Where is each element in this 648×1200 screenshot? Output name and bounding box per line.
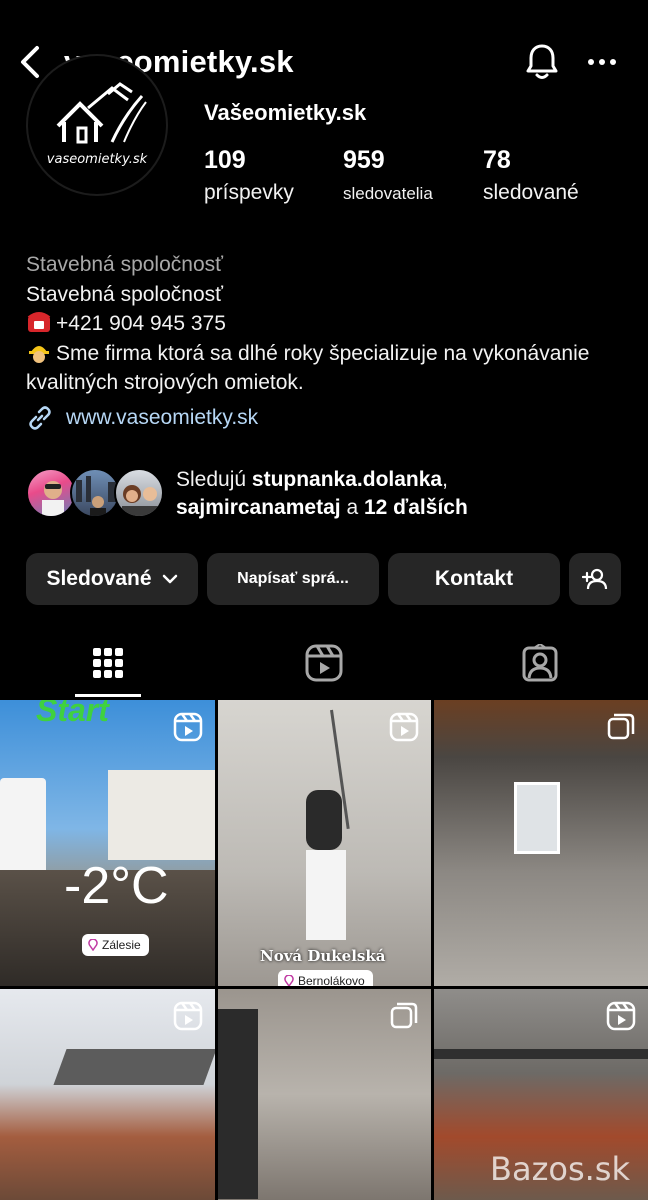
location-label: Zálesie — [102, 938, 141, 952]
followed-prefix: Sledujú — [176, 468, 252, 491]
worker-torso — [306, 790, 342, 850]
bio-link[interactable]: www.vaseomietky.sk — [26, 404, 258, 432]
post-thumbnail[interactable] — [0, 989, 215, 1200]
avatar-brand-text: vaseomietky.sk — [46, 152, 148, 167]
stat-followers-count: 959 — [343, 146, 385, 174]
post-thumbnail[interactable] — [218, 989, 431, 1200]
more-options-button[interactable] — [580, 40, 624, 84]
stat-posts[interactable]: 109 príspevky — [204, 146, 294, 205]
notifications-button[interactable] — [520, 40, 564, 84]
followed-comma: , — [442, 468, 448, 491]
reel-badge-icon — [173, 712, 203, 742]
bio-category: Stavebná spoločnosť — [26, 253, 224, 276]
post-thumbnail[interactable]: Bazos.sk — [434, 989, 648, 1200]
house-shape — [108, 770, 215, 860]
reel-badge-icon — [173, 1001, 203, 1031]
profile-bio: Stavebná spoločnosť Stavebná spoločnosť … — [26, 250, 626, 398]
more-icon — [588, 59, 616, 65]
reel-badge-icon — [389, 712, 419, 742]
location-pin-icon — [88, 939, 98, 951]
reel-badge-icon — [606, 1001, 636, 1031]
watermark-text: Bazos.sk — [490, 1150, 630, 1188]
contact-label: Kontakt — [434, 567, 514, 590]
profile-display-name: Vašeomietky.sk — [204, 100, 367, 125]
avatar — [26, 468, 76, 518]
tagged-icon — [522, 644, 558, 682]
bio-description: Sme firma ktorá sa dlhé roky špecializuj… — [26, 341, 590, 395]
bio-phone: +421 904 945 375 — [56, 312, 226, 335]
add-user-button[interactable] — [569, 553, 621, 605]
tab-reels[interactable] — [216, 628, 432, 698]
post-thumbnail[interactable]: Nová Dukelská Bernolákovo — [218, 700, 431, 986]
post-top-text: Start — [36, 700, 109, 728]
message-button[interactable]: Napísať sprá... — [207, 553, 379, 605]
followed-user-2[interactable]: sajmircanametaj — [176, 496, 341, 519]
worker-legs — [306, 850, 346, 940]
stat-posts-label: príspevky — [204, 181, 294, 204]
profile-tabs — [0, 628, 648, 698]
followed-user-1[interactable]: stupnanka.dolanka — [252, 468, 442, 491]
post-thumbnail[interactable]: Start -2°C Zálesie — [0, 700, 215, 986]
tab-tagged[interactable] — [432, 628, 648, 698]
carousel-badge-icon — [390, 1002, 418, 1029]
bio-description-line: Sme firma ktorá sa dlhé roky špecializuj… — [26, 339, 626, 398]
post-temperature-text: -2°C — [64, 857, 169, 915]
grid-icon — [93, 648, 123, 678]
location-label: Bernolákovo — [298, 974, 365, 986]
link-icon — [29, 406, 51, 430]
construction-worker-icon — [26, 340, 52, 364]
location-chip: Zálesie — [82, 934, 149, 956]
stat-following-label: sledované — [483, 181, 579, 204]
bio-link-url[interactable]: www.vaseomietky.sk — [66, 406, 258, 430]
following-button[interactable]: Sledované — [26, 553, 198, 605]
avatar — [70, 468, 120, 518]
followed-middle: a — [340, 496, 364, 519]
post-thumbnail[interactable] — [434, 700, 648, 986]
post-overlay-text: Nová Dukelská — [260, 947, 386, 965]
carousel-badge-icon — [607, 713, 635, 740]
followed-by-text: Sledujú stupnanka.dolanka, sajmircanameta… — [176, 466, 468, 522]
window-shape — [514, 782, 560, 854]
chevron-down-icon — [162, 574, 177, 584]
bell-icon — [526, 44, 558, 79]
stat-followers[interactable]: 959 sledovatelia — [343, 146, 433, 204]
bio-phone-line: +421 904 945 375 — [26, 309, 626, 339]
stat-followers-label: sledovatelia — [343, 184, 433, 203]
location-pin-icon — [284, 975, 294, 986]
active-tab-indicator — [75, 694, 141, 697]
profile-avatar[interactable]: vaseomietky.sk — [26, 54, 168, 200]
add-person-icon — [582, 568, 608, 590]
avatar — [114, 468, 164, 518]
avatar-logo: vaseomietky.sk — [26, 54, 168, 196]
roof-shape — [53, 1049, 215, 1085]
stat-posts-count: 109 — [204, 146, 246, 174]
reels-icon — [305, 644, 343, 682]
message-label: Napísať sprá... — [237, 570, 349, 587]
house-logo-icon — [56, 82, 147, 144]
posts-grid: Start -2°C Zálesie Nová Dukelská Bernolá… — [0, 700, 648, 1200]
tab-posts-grid[interactable] — [0, 628, 216, 698]
following-label: Sledované — [46, 567, 152, 590]
location-chip: Bernolákovo — [278, 970, 373, 986]
follower-avatars — [26, 466, 166, 522]
telephone-icon — [26, 310, 52, 334]
lintel-shape — [434, 1049, 648, 1059]
followed-by[interactable]: Sledujú stupnanka.dolanka, sajmircanameta… — [26, 466, 626, 522]
contact-button[interactable]: Kontakt — [388, 553, 560, 605]
stat-following[interactable]: 78 sledované — [483, 146, 579, 205]
bio-line: Stavebná spoločnosť — [26, 282, 224, 306]
door-frame-shape — [218, 1009, 258, 1199]
stat-following-count: 78 — [483, 146, 511, 174]
followed-others[interactable]: 12 ďalších — [364, 496, 468, 519]
